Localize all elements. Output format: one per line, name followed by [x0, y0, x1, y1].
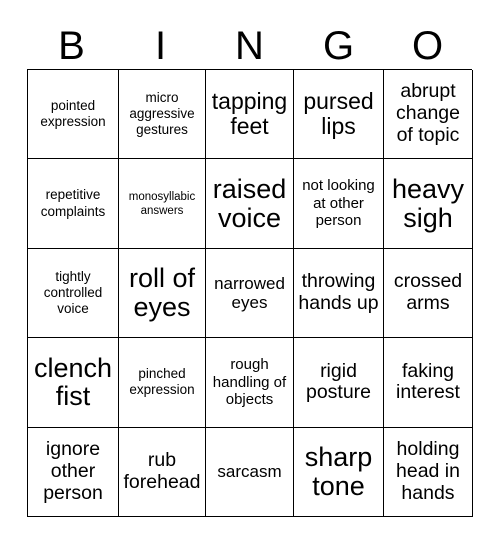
bingo-cell-o5[interactable]: holding head in hands — [384, 427, 473, 517]
bingo-cell-label: rigid posture — [305, 359, 372, 404]
bingo-cell-o4[interactable]: faking interest — [384, 338, 473, 428]
bingo-cell-label: pursed lips — [303, 87, 374, 140]
bingo-cell-g5[interactable]: sharp tone — [294, 427, 384, 517]
bingo-cell-i3[interactable]: roll of eyes — [119, 248, 206, 339]
bingo-cell-label: sharp tone — [304, 442, 373, 501]
bingo-cell-label: narrowed eyes — [214, 273, 285, 312]
bingo-cell-i5[interactable]: rub forehead — [119, 427, 206, 517]
bingo-cell-b5[interactable]: ignore other person — [28, 427, 119, 517]
bingo-cell-label: monosyllabic answers — [128, 190, 196, 217]
bingo-header-letter-i: I — [154, 24, 167, 68]
bingo-cell-i1[interactable]: micro aggressive gestures — [119, 70, 206, 160]
bingo-cell-label: throwing hands up — [298, 270, 379, 314]
bingo-cell-b1[interactable]: pointed expression — [28, 70, 119, 160]
bingo-cell-label: clench fist — [33, 352, 113, 412]
bingo-cell-b2[interactable]: repetitive complaints — [28, 159, 119, 249]
bingo-grid: pointed expression micro aggressive gest… — [27, 69, 473, 517]
bingo-header-letter-n: N — [235, 24, 264, 68]
bingo-cell-g1[interactable]: pursed lips — [294, 70, 384, 160]
bingo-header-letter-o: O — [411, 24, 444, 68]
bingo-cell-label: faking interest — [396, 359, 460, 404]
bingo-cell-label: abrupt change of topic — [396, 80, 460, 147]
bingo-cell-label: micro aggressive gestures — [129, 89, 195, 138]
bingo-cell-label: repetitive complaints — [40, 187, 106, 219]
bingo-cell-o3[interactable]: crossed arms — [384, 248, 473, 339]
bingo-cell-n4[interactable]: rough handling of objects — [206, 338, 294, 428]
bingo-cell-n2[interactable]: raised voice — [206, 159, 294, 249]
bingo-cell-g2[interactable]: not looking at other person — [294, 159, 384, 249]
bingo-cell-label: rough handling of objects — [212, 355, 287, 409]
bingo-cell-label: raised voice — [212, 173, 287, 233]
bingo-cell-i4[interactable]: pinched expression — [119, 338, 206, 428]
bingo-cell-label: not looking at other person — [302, 177, 375, 230]
bingo-header-letter-b: B — [58, 24, 85, 68]
bingo-cell-label: pinched expression — [129, 366, 195, 398]
bingo-cell-label: crossed arms — [393, 270, 463, 314]
bingo-cell-label: holding head in hands — [396, 438, 460, 504]
bingo-cell-label: heavy sigh — [391, 173, 465, 233]
bingo-cell-label: tapping feet — [211, 87, 288, 140]
bingo-cell-n5[interactable]: sarcasm — [206, 427, 294, 517]
bingo-cell-b3[interactable]: tightly controlled voice — [28, 248, 119, 339]
bingo-cell-g3[interactable]: throwing hands up — [294, 248, 384, 339]
bingo-cell-n1[interactable]: tapping feet — [206, 70, 294, 160]
bingo-cell-label: pointed expression — [40, 98, 106, 130]
bingo-cell-g4[interactable]: rigid posture — [294, 338, 384, 428]
bingo-cell-label: tightly controlled voice — [43, 268, 103, 317]
bingo-cell-o2[interactable]: heavy sigh — [384, 159, 473, 249]
bingo-card: B I N G O pointed expression micro aggre… — [0, 0, 500, 544]
bingo-cell-b4[interactable]: clench fist — [28, 338, 119, 428]
bingo-cell-n3[interactable]: narrowed eyes — [206, 248, 294, 339]
bingo-cell-label: rub forehead — [123, 448, 201, 493]
bingo-cell-label: ignore other person — [43, 438, 103, 504]
bingo-header-row: B I N G O — [27, 10, 472, 69]
bingo-cell-i2[interactable]: monosyllabic answers — [119, 159, 206, 249]
bingo-header-letter-g: G — [322, 24, 355, 68]
bingo-cell-o1[interactable]: abrupt change of topic — [384, 70, 473, 160]
bingo-cell-label: sarcasm — [217, 462, 282, 482]
bingo-cell-label: roll of eyes — [128, 263, 196, 322]
